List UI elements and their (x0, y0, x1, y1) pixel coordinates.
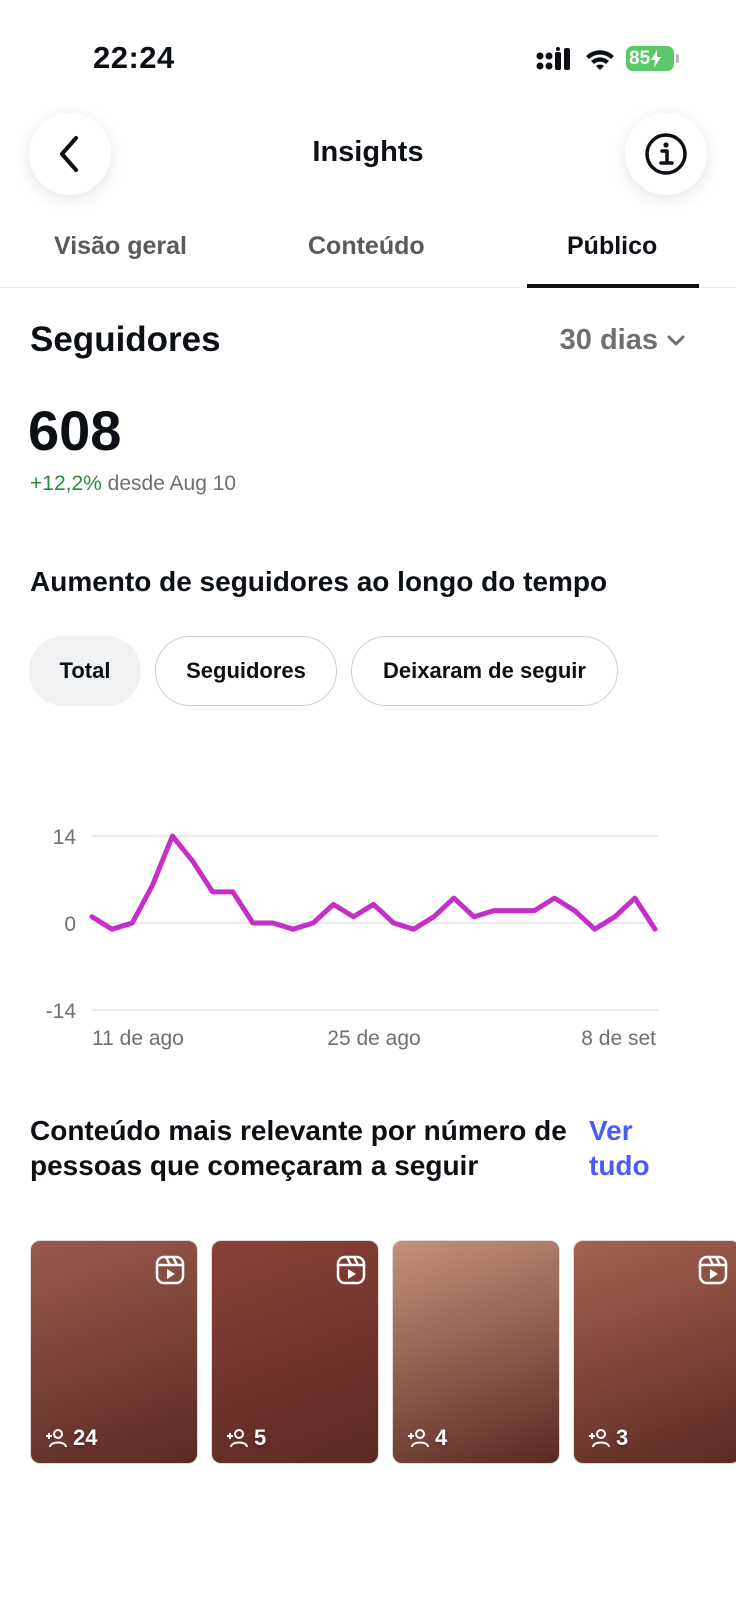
y-tick-label: 0 (64, 913, 76, 936)
x-tick-label: 8 de set (581, 1027, 656, 1050)
count-value: 24 (73, 1425, 98, 1450)
content-thumbnail[interactable]: 24 (30, 1240, 198, 1464)
relevant-content-title: Conteúdo mais relevante por número de pe… (30, 1115, 567, 1181)
count-value: 4 (435, 1425, 448, 1450)
followers-line-chart: 14 0 -14 11 de ago 25 de ago 8 de set (46, 826, 658, 1050)
growth-percentage: +12,2% (30, 472, 102, 495)
period-label: 30 dias (559, 324, 658, 356)
charging-icon (651, 49, 662, 68)
y-tick-label: 14 (53, 826, 77, 849)
filter-total[interactable]: Total (29, 636, 141, 706)
chart-title: Aumento de seguidores ao longo do tempo (30, 566, 608, 597)
tab-overview[interactable]: Visão geral (54, 232, 187, 261)
filter-followers[interactable]: Seguidores (155, 636, 337, 706)
signal-icon (536, 46, 570, 70)
new-followers-count: 24 (45, 1425, 97, 1451)
add-person-icon (589, 1429, 610, 1448)
wifi-icon (586, 49, 614, 70)
add-person-icon (408, 1429, 429, 1448)
tab-content[interactable]: Conteúdo (308, 232, 425, 261)
info-icon (645, 133, 687, 175)
tab-bar: Visão geral Conteúdo Público (0, 222, 736, 288)
battery-indicator: 85 (626, 46, 679, 71)
followers-count: 608 (28, 399, 122, 462)
reels-icon (336, 1255, 366, 1285)
battery-level: 85 (629, 47, 651, 69)
new-followers-count: 4 (407, 1425, 447, 1451)
info-button[interactable] (625, 113, 707, 195)
status-icons: 85 (536, 46, 679, 71)
content-thumbnail[interactable]: 4 (392, 1240, 560, 1464)
content-thumbnail[interactable]: 3 (573, 1240, 736, 1464)
reels-icon (155, 1255, 185, 1285)
followers-growth: +12,2% desde Aug 10 (30, 472, 236, 496)
x-tick-label: 25 de ago (327, 1027, 420, 1050)
filter-unfollowed[interactable]: Deixaram de seguir (351, 636, 618, 706)
period-selector[interactable]: 30 dias (560, 324, 686, 357)
x-tick-label: 11 de ago (92, 1027, 184, 1050)
chevron-down-icon (667, 335, 685, 345)
status-time: 22:24 (93, 40, 175, 75)
reels-icon (698, 1255, 728, 1285)
count-value: 3 (616, 1425, 629, 1450)
add-person-icon (227, 1429, 248, 1448)
content-thumbnail[interactable]: 5 (211, 1240, 379, 1464)
y-tick-label: -14 (46, 1000, 77, 1023)
add-person-icon (46, 1429, 67, 1448)
series-line (89, 833, 658, 932)
count-value: 5 (254, 1425, 267, 1450)
content-carousel: 24 5 4 3 (0, 1240, 736, 1466)
tab-audience[interactable]: Público (567, 232, 657, 261)
new-followers-count: 3 (588, 1425, 628, 1451)
see-all-link[interactable]: Ver tudo (589, 1113, 669, 1183)
new-followers-count: 5 (226, 1425, 266, 1451)
status-bar: 22:24 85 (0, 0, 736, 110)
active-tab-indicator (527, 284, 699, 288)
followers-title: Seguidores (30, 320, 221, 359)
growth-since: desde Aug 10 (107, 472, 237, 495)
